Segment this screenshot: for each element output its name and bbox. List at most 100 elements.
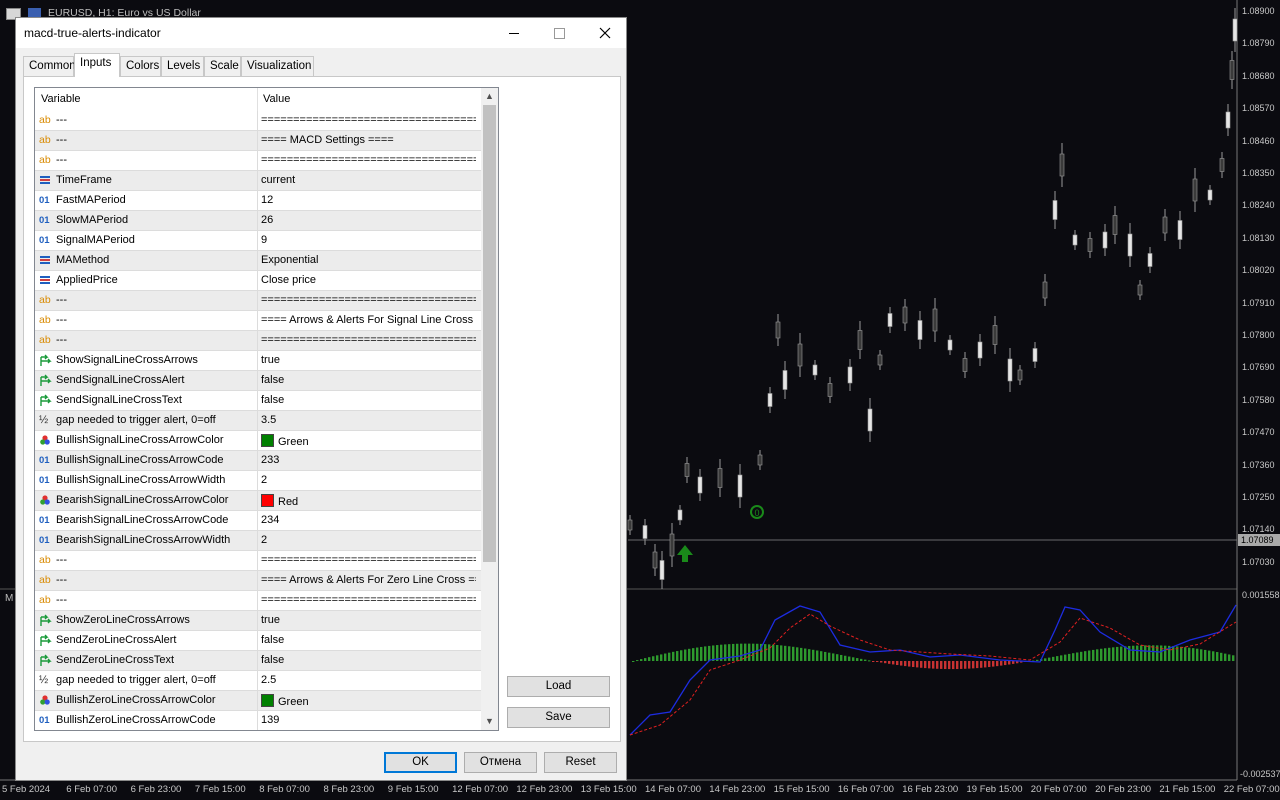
cell-divider xyxy=(257,311,258,331)
input-value[interactable]: ==== MACD Settings ==== xyxy=(261,134,476,146)
save-button[interactable]: Save xyxy=(507,707,610,728)
input-row[interactable]: BullishSignalLineCrossArrowColor Green xyxy=(35,431,481,451)
input-row[interactable]: ab --- ===================================… xyxy=(35,111,481,131)
input-variable-name: --- xyxy=(56,554,67,566)
input-row[interactable]: 01 FastMAPeriod 12 xyxy=(35,191,481,211)
histogram-bar xyxy=(1000,661,1003,666)
input-value[interactable]: false xyxy=(261,634,476,646)
input-value[interactable]: ========================================… xyxy=(261,294,476,306)
candle-body xyxy=(1192,178,1198,202)
input-variable-name: --- xyxy=(56,574,67,586)
column-header-variable[interactable]: Variable xyxy=(41,93,81,105)
input-row[interactable]: ab --- ===================================… xyxy=(35,331,481,351)
input-value[interactable]: false xyxy=(261,394,476,406)
dialog-titlebar[interactable]: macd-true-alerts-indicator xyxy=(16,18,626,48)
input-value[interactable]: true xyxy=(261,354,476,366)
input-value[interactable]: ==== Arrows & Alerts For Signal Line Cro… xyxy=(261,314,476,326)
input-row[interactable]: 01 BullishSignalLineCrossArrowCode 233 xyxy=(35,451,481,471)
input-value[interactable]: ========================================… xyxy=(261,114,476,126)
input-value[interactable]: 12 xyxy=(261,194,476,206)
input-row[interactable]: ab --- ===================================… xyxy=(35,591,481,611)
candle-body xyxy=(1032,348,1038,362)
cell-divider xyxy=(257,251,258,271)
tab-inputs[interactable]: Inputs xyxy=(74,53,120,77)
input-row[interactable]: 01 BearishSignalLineCrossArrowWidth 2 xyxy=(35,531,481,551)
input-row[interactable]: ab --- ===================================… xyxy=(35,551,481,571)
input-row[interactable]: ab --- ==== Arrows & Alerts For Zero Line … xyxy=(35,571,481,591)
input-row[interactable]: ShowZeroLineCrossArrows true xyxy=(35,611,481,631)
input-row[interactable]: MAMethod Exponential xyxy=(35,251,481,271)
input-value[interactable]: 139 xyxy=(261,714,476,726)
input-row[interactable]: BullishZeroLineCrossArrowColor Green xyxy=(35,691,481,711)
tab-scale[interactable]: Scale xyxy=(204,56,241,76)
maximize-button[interactable] xyxy=(536,18,582,48)
ok-button[interactable]: OK xyxy=(384,752,457,773)
input-value[interactable]: 9 xyxy=(261,234,476,246)
input-value-text: 3.5 xyxy=(261,414,277,426)
tab-colors[interactable]: Colors xyxy=(120,56,161,76)
tab-common[interactable]: Common xyxy=(23,56,76,76)
input-row[interactable]: ab --- ==== Arrows & Alerts For Signal Lin… xyxy=(35,311,481,331)
scrollbar-thumb[interactable] xyxy=(483,105,496,562)
minimize-button[interactable] xyxy=(491,18,537,48)
input-row[interactable]: 01 SlowMAPeriod 26 xyxy=(35,211,481,231)
string-type-icon: ab xyxy=(39,574,51,586)
input-row[interactable]: ShowSignalLineCrossArrows true xyxy=(35,351,481,371)
tab-visualization[interactable]: Visualization xyxy=(241,56,314,76)
input-row[interactable]: BearishSignalLineCrossArrowColor Red xyxy=(35,491,481,511)
input-value[interactable]: Red xyxy=(261,494,476,508)
close-icon xyxy=(599,27,611,39)
column-divider[interactable] xyxy=(257,88,258,111)
input-row[interactable]: AppliedPrice Close price xyxy=(35,271,481,291)
input-value[interactable]: 26 xyxy=(261,214,476,226)
input-value[interactable]: true xyxy=(261,614,476,626)
input-row[interactable]: TimeFrame current xyxy=(35,171,481,191)
column-header-value[interactable]: Value xyxy=(263,93,290,105)
input-value[interactable]: 234 xyxy=(261,514,476,526)
input-value[interactable]: ========================================… xyxy=(261,554,476,566)
input-value[interactable]: 3.5 xyxy=(261,414,476,426)
input-row[interactable]: SendZeroLineCrossAlert false xyxy=(35,631,481,651)
input-value[interactable]: Green xyxy=(261,434,476,448)
input-row[interactable]: 01 SignalMAPeriod 9 xyxy=(35,231,481,251)
input-row[interactable]: SendSignalLineCrossAlert false xyxy=(35,371,481,391)
input-value[interactable]: Exponential xyxy=(261,254,476,266)
input-value[interactable]: 2 xyxy=(261,534,476,546)
scroll-up-icon[interactable]: ▲ xyxy=(481,88,498,105)
input-row[interactable]: 01 BullishZeroLineCrossArrowCode 139 xyxy=(35,711,481,730)
input-value[interactable]: ========================================… xyxy=(261,594,476,606)
color-swatch xyxy=(261,694,274,707)
reset-button[interactable]: Reset xyxy=(544,752,617,773)
input-row[interactable]: ½ gap needed to trigger alert, 0=off 3.5 xyxy=(35,411,481,431)
time-tick-label: 8 Feb 23:00 xyxy=(323,784,375,795)
input-value[interactable]: 2 xyxy=(261,474,476,486)
input-value[interactable]: ========================================… xyxy=(261,154,476,166)
input-row[interactable]: ab --- ==== MACD Settings ==== xyxy=(35,131,481,151)
time-tick-label: 5 Feb 2024 xyxy=(2,784,51,795)
input-value[interactable]: false xyxy=(261,654,476,666)
load-button[interactable]: Load xyxy=(507,676,610,697)
close-button[interactable] xyxy=(582,18,628,48)
input-value[interactable]: 2.5 xyxy=(261,674,476,686)
scroll-down-icon[interactable]: ▼ xyxy=(481,713,498,730)
input-value[interactable]: 233 xyxy=(261,454,476,466)
cancel-button[interactable]: Отмена xyxy=(464,752,537,773)
tab-levels[interactable]: Levels xyxy=(161,56,204,76)
input-value[interactable]: current xyxy=(261,174,476,186)
bool-type-icon xyxy=(39,394,53,407)
input-value[interactable]: ========================================… xyxy=(261,334,476,346)
input-row[interactable]: ab --- ===================================… xyxy=(35,151,481,171)
input-row[interactable]: SendSignalLineCrossText false xyxy=(35,391,481,411)
input-value[interactable]: Green xyxy=(261,694,476,708)
input-row[interactable]: ab --- ===================================… xyxy=(35,291,481,311)
input-row[interactable]: SendZeroLineCrossText false xyxy=(35,651,481,671)
input-row[interactable]: 01 BullishSignalLineCrossArrowWidth 2 xyxy=(35,471,481,491)
time-tick-label: 13 Feb 15:00 xyxy=(580,784,637,795)
input-value[interactable]: ==== Arrows & Alerts For Zero Line Cross… xyxy=(261,574,476,586)
input-row[interactable]: 01 BearishSignalLineCrossArrowCode 234 xyxy=(35,511,481,531)
vertical-scrollbar[interactable]: ▲ ▼ xyxy=(481,88,498,730)
input-value[interactable]: Close price xyxy=(261,274,476,286)
input-value[interactable]: false xyxy=(261,374,476,386)
input-row[interactable]: ½ gap needed to trigger alert, 0=off 2.5 xyxy=(35,671,481,691)
time-tick-label: 19 Feb 15:00 xyxy=(966,784,1023,795)
